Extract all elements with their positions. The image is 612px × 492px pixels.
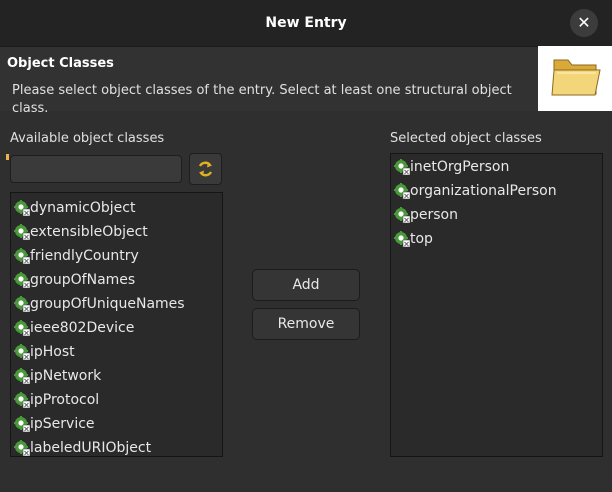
window-title: New Entry <box>265 15 347 31</box>
object-class-icon <box>14 296 30 312</box>
page-description: Please select object classes of the entr… <box>12 83 512 116</box>
object-class-icon <box>14 200 30 216</box>
object-class-icon <box>14 368 30 384</box>
object-class-icon <box>14 440 30 456</box>
required-marker <box>6 154 9 160</box>
object-class-icon <box>394 231 410 247</box>
refresh-icon <box>198 161 213 177</box>
close-button[interactable]: ✕ <box>570 9 598 37</box>
object-class-icon <box>394 159 410 175</box>
available-classes-list[interactable]: dynamicObject extensibleObject friendlyC… <box>10 192 223 457</box>
object-class-icon <box>14 416 30 432</box>
object-class-icon <box>14 248 30 264</box>
add-button[interactable]: Add <box>252 269 360 301</box>
folder-icon <box>538 46 612 111</box>
filter-input-box[interactable] <box>10 155 182 183</box>
object-class-icon <box>394 207 410 223</box>
object-class-icon <box>14 224 30 240</box>
reload-button[interactable] <box>189 153 222 185</box>
available-classes-label: Available object classes <box>10 131 165 146</box>
page-title: Object Classes <box>7 56 114 71</box>
object-class-icon <box>14 320 30 336</box>
object-class-icon <box>14 344 30 360</box>
object-class-icon <box>14 272 30 288</box>
remove-button[interactable]: Remove <box>252 308 360 340</box>
title-bar: New Entry ✕ <box>0 0 612 47</box>
selected-classes-list[interactable]: inetOrgPerson organizationalPerson perso… <box>390 153 603 457</box>
close-icon: ✕ <box>577 13 591 32</box>
object-class-icon <box>14 392 30 408</box>
object-class-icon <box>394 183 410 199</box>
filter-input[interactable] <box>11 156 181 182</box>
selected-classes-label: Selected object classes <box>390 131 542 146</box>
